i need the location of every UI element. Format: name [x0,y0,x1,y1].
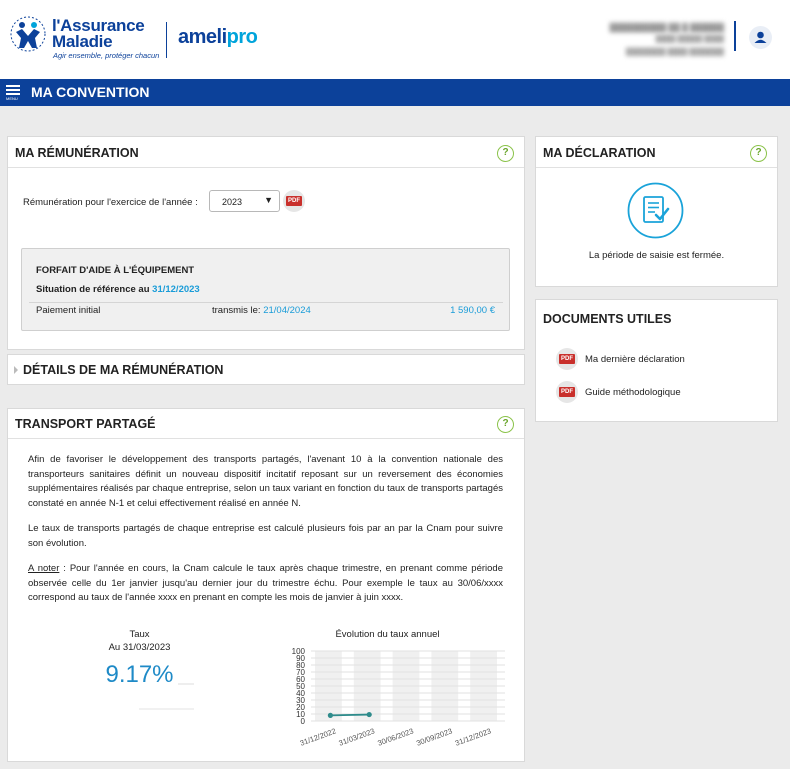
assurance-maladie-logo-icon [10,16,46,52]
chart-x-tick-label: 31/03/2023 [338,726,376,747]
help-icon[interactable]: ? [497,416,514,433]
pdf-icon: PDF [559,354,575,364]
transport-paragraph-1: Afin de favoriser le développement des t… [28,454,503,510]
chart-x-tick-label: 30/06/2023 [376,726,414,747]
note-label: A noter [28,563,60,574]
help-icon[interactable]: ? [750,145,767,162]
details-title: DÉTAILS DE MA RÉMUNÉRATION [23,363,224,377]
chart-series-line [330,713,370,717]
documents-panel: DOCUMENTS UTILES PDF Ma dernière déclara… [535,299,778,422]
rate-evolution-chart: 010203040506070809010031/12/2022 31/03/20… [292,647,505,748]
rate-value: 9.17% [105,661,174,688]
hamburger-icon[interactable]: MENU [6,85,20,102]
forfait-reference-date: 31/12/2023 [152,284,200,295]
pdf-button: PDF [556,348,578,370]
transmis-info: transmis le: 21/04/2024 [212,305,311,316]
pdf-icon: PDF [286,196,302,206]
user-info-redacted: ██████████ ██ █ ██████ ████ █████ ████ █… [609,23,724,56]
logo-tagline: Agir ensemble, protéger chacun [53,51,160,60]
caret-right-icon [14,366,18,374]
doc-link-label: Ma dernière déclaration [585,354,685,365]
rate-label: Taux [129,629,150,640]
forfait-reference: Situation de référence au 31/12/2023 [36,284,200,295]
payment-amount: 1 590,00 € [450,305,495,316]
doc-link-label: Guide méthodologique [585,387,681,398]
transmis-date: 21/04/2024 [263,305,311,316]
forfait-title: FORFAIT D'AIDE À L'ÉQUIPEMENT [36,265,195,276]
pdf-button: PDF [556,381,578,403]
pdf-download-button[interactable]: PDF [283,190,305,212]
forfait-card: FORFAIT D'AIDE À L'ÉQUIPEMENT Situation … [21,248,510,331]
faint-decoration [178,683,194,685]
chart-x-tick-label: 30/09/2023 [415,726,453,747]
user-icon[interactable] [749,26,772,49]
payment-label: Paiement initial [36,305,101,316]
chart-data-point [366,711,372,718]
details-accordion[interactable]: DÉTAILS DE MA RÉMUNÉRATION [7,354,525,385]
chevron-down-icon: ▼ [264,195,273,205]
transport-paragraph-3: A noter : Pour l'année en cours, la Cnam… [28,563,503,604]
product-suffix: pro [226,26,258,48]
transport-title: TRANSPORT PARTAGÉ [15,417,156,431]
app-header: l'Assurance Maladie Agir ensemble, proté… [0,0,790,79]
divider [8,438,524,439]
divider [536,167,777,168]
main-nav-bar: MENU MA CONVENTION [0,79,790,106]
help-icon[interactable]: ? [497,145,514,162]
divider [29,302,503,303]
logo-title-line2: Maladie [52,32,113,51]
divider [8,167,524,168]
page-title: MA CONVENTION [31,84,150,100]
transport-paragraph-2: Le taux de transports partagés de chaque… [28,523,503,549]
faint-decoration [139,708,194,710]
remuneration-title: MA RÉMUNÉRATION [15,146,139,160]
declaration-title: MA DÉCLARATION [543,146,656,160]
declaration-panel: MA DÉCLARATION ? La période de saisie es… [535,136,778,287]
chart-y-tick-label: 100 [292,647,306,656]
year-label: Rémunération pour l'exercice de l'année … [23,197,198,208]
transport-panel: TRANSPORT PARTAGÉ ? Afin de favoriser le… [7,408,525,762]
ameli-pro-logo[interactable]: amelipro [178,26,258,49]
declaration-status: La période de saisie est fermée. [588,250,725,261]
user-separator [734,21,736,51]
product-name: ameli [178,26,227,48]
year-select[interactable]: 2023 ▼ [209,190,280,212]
pdf-icon: PDF [559,387,575,397]
documents-title: DOCUMENTS UTILES [543,312,672,326]
logo-separator [166,22,167,58]
rate-date: Au 31/03/2023 [108,642,171,653]
year-select-value: 2023 [222,197,243,207]
chart-x-tick-label: 31/12/2022 [299,726,337,747]
menu-label: MENU [6,96,18,101]
remuneration-panel: MA RÉMUNÉRATION ? Rémunération pour l'ex… [7,136,525,350]
chart-data-point [327,712,333,718]
document-check-icon [627,182,684,239]
chart-x-tick-label: 31/12/2023 [454,726,492,747]
